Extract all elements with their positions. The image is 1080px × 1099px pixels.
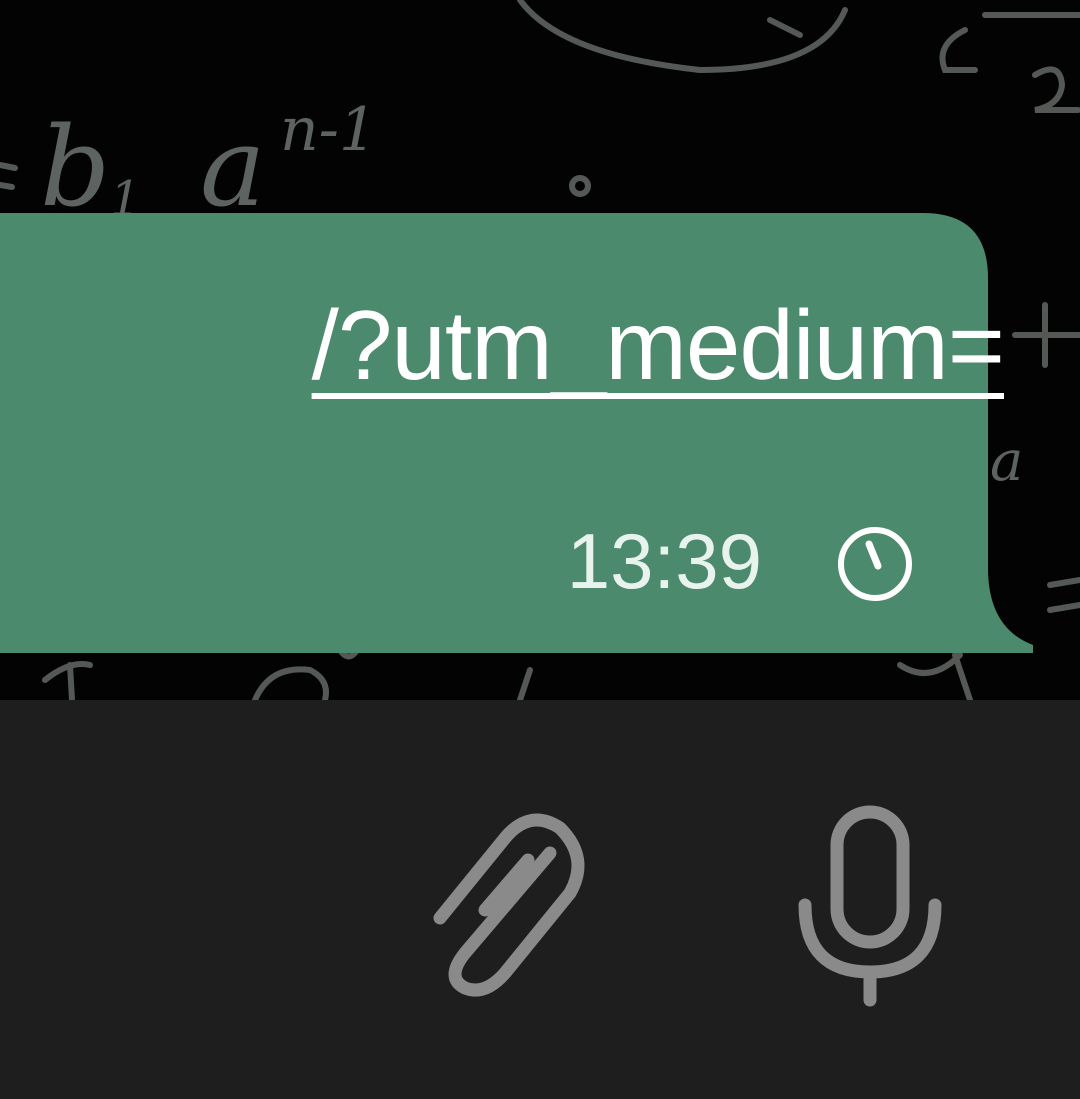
- paperclip-icon: [433, 813, 585, 997]
- svg-text:a: a: [200, 103, 266, 231]
- attach-button[interactable]: [410, 808, 590, 1008]
- clock-icon: [838, 527, 912, 601]
- message-time: 13:39: [566, 517, 762, 605]
- voice-record-button[interactable]: [790, 800, 955, 1010]
- chat-screen: b 1 a n-1 a /?utm_medium= 13:39: [0, 0, 1080, 1099]
- svg-text:n-1: n-1: [280, 95, 377, 165]
- message-link[interactable]: /?utm_medium=: [312, 296, 1005, 394]
- message-composer: [0, 700, 1080, 1099]
- microphone-icon: [798, 805, 942, 1007]
- doodle-b: b: [40, 103, 110, 231]
